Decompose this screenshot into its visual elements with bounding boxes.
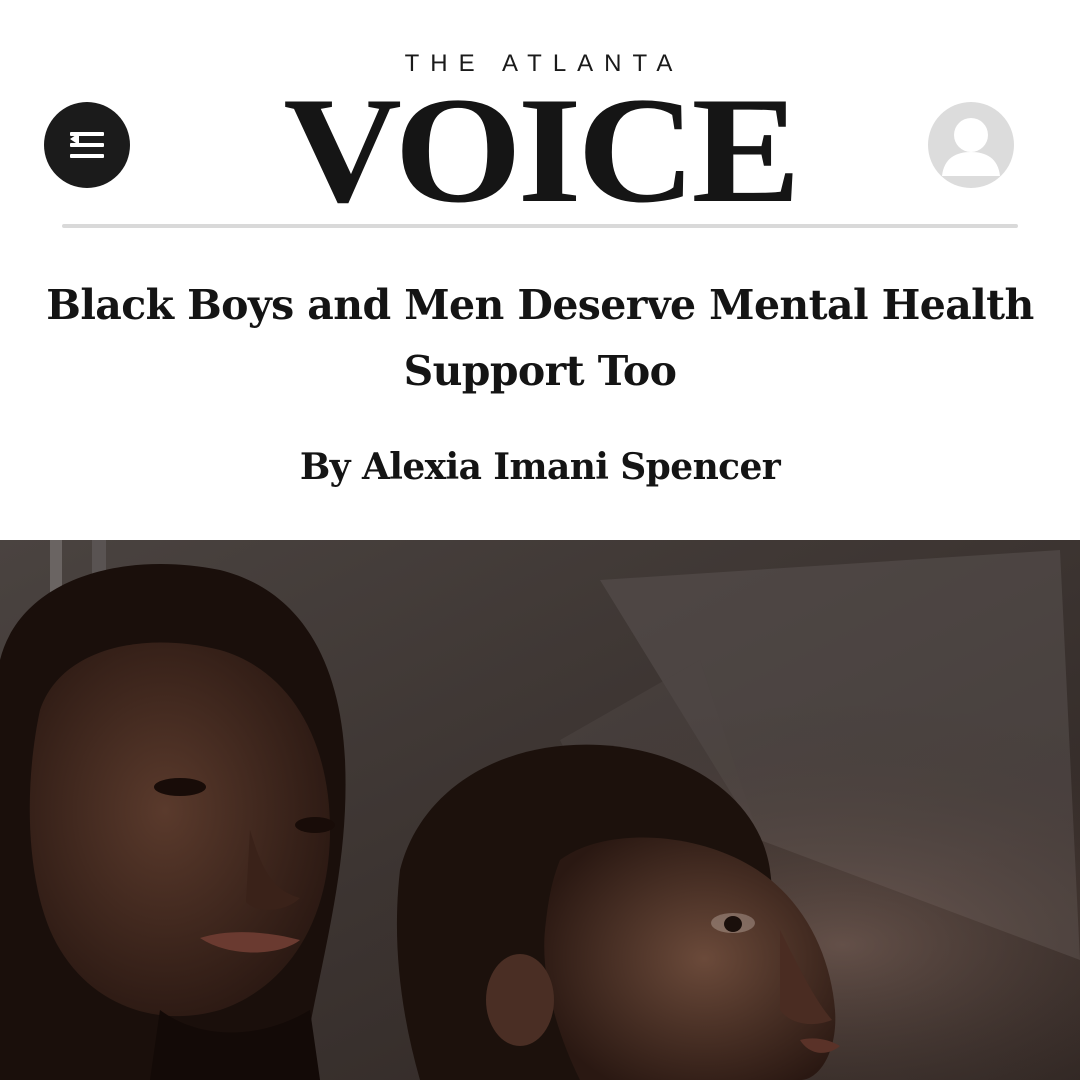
site-logo[interactable]: VOICE (0, 74, 1080, 226)
article-headline: Black Boys and Men Deserve Mental Health… (46, 281, 1034, 395)
masthead-divider (62, 224, 1018, 228)
user-icon (942, 118, 1000, 176)
masthead: THE ATLANTA VOICE (0, 0, 1080, 232)
article-byline: By Alexia Imani Spencer (299, 446, 781, 488)
account-button[interactable] (928, 102, 1014, 188)
hero-photo (0, 540, 1080, 1080)
